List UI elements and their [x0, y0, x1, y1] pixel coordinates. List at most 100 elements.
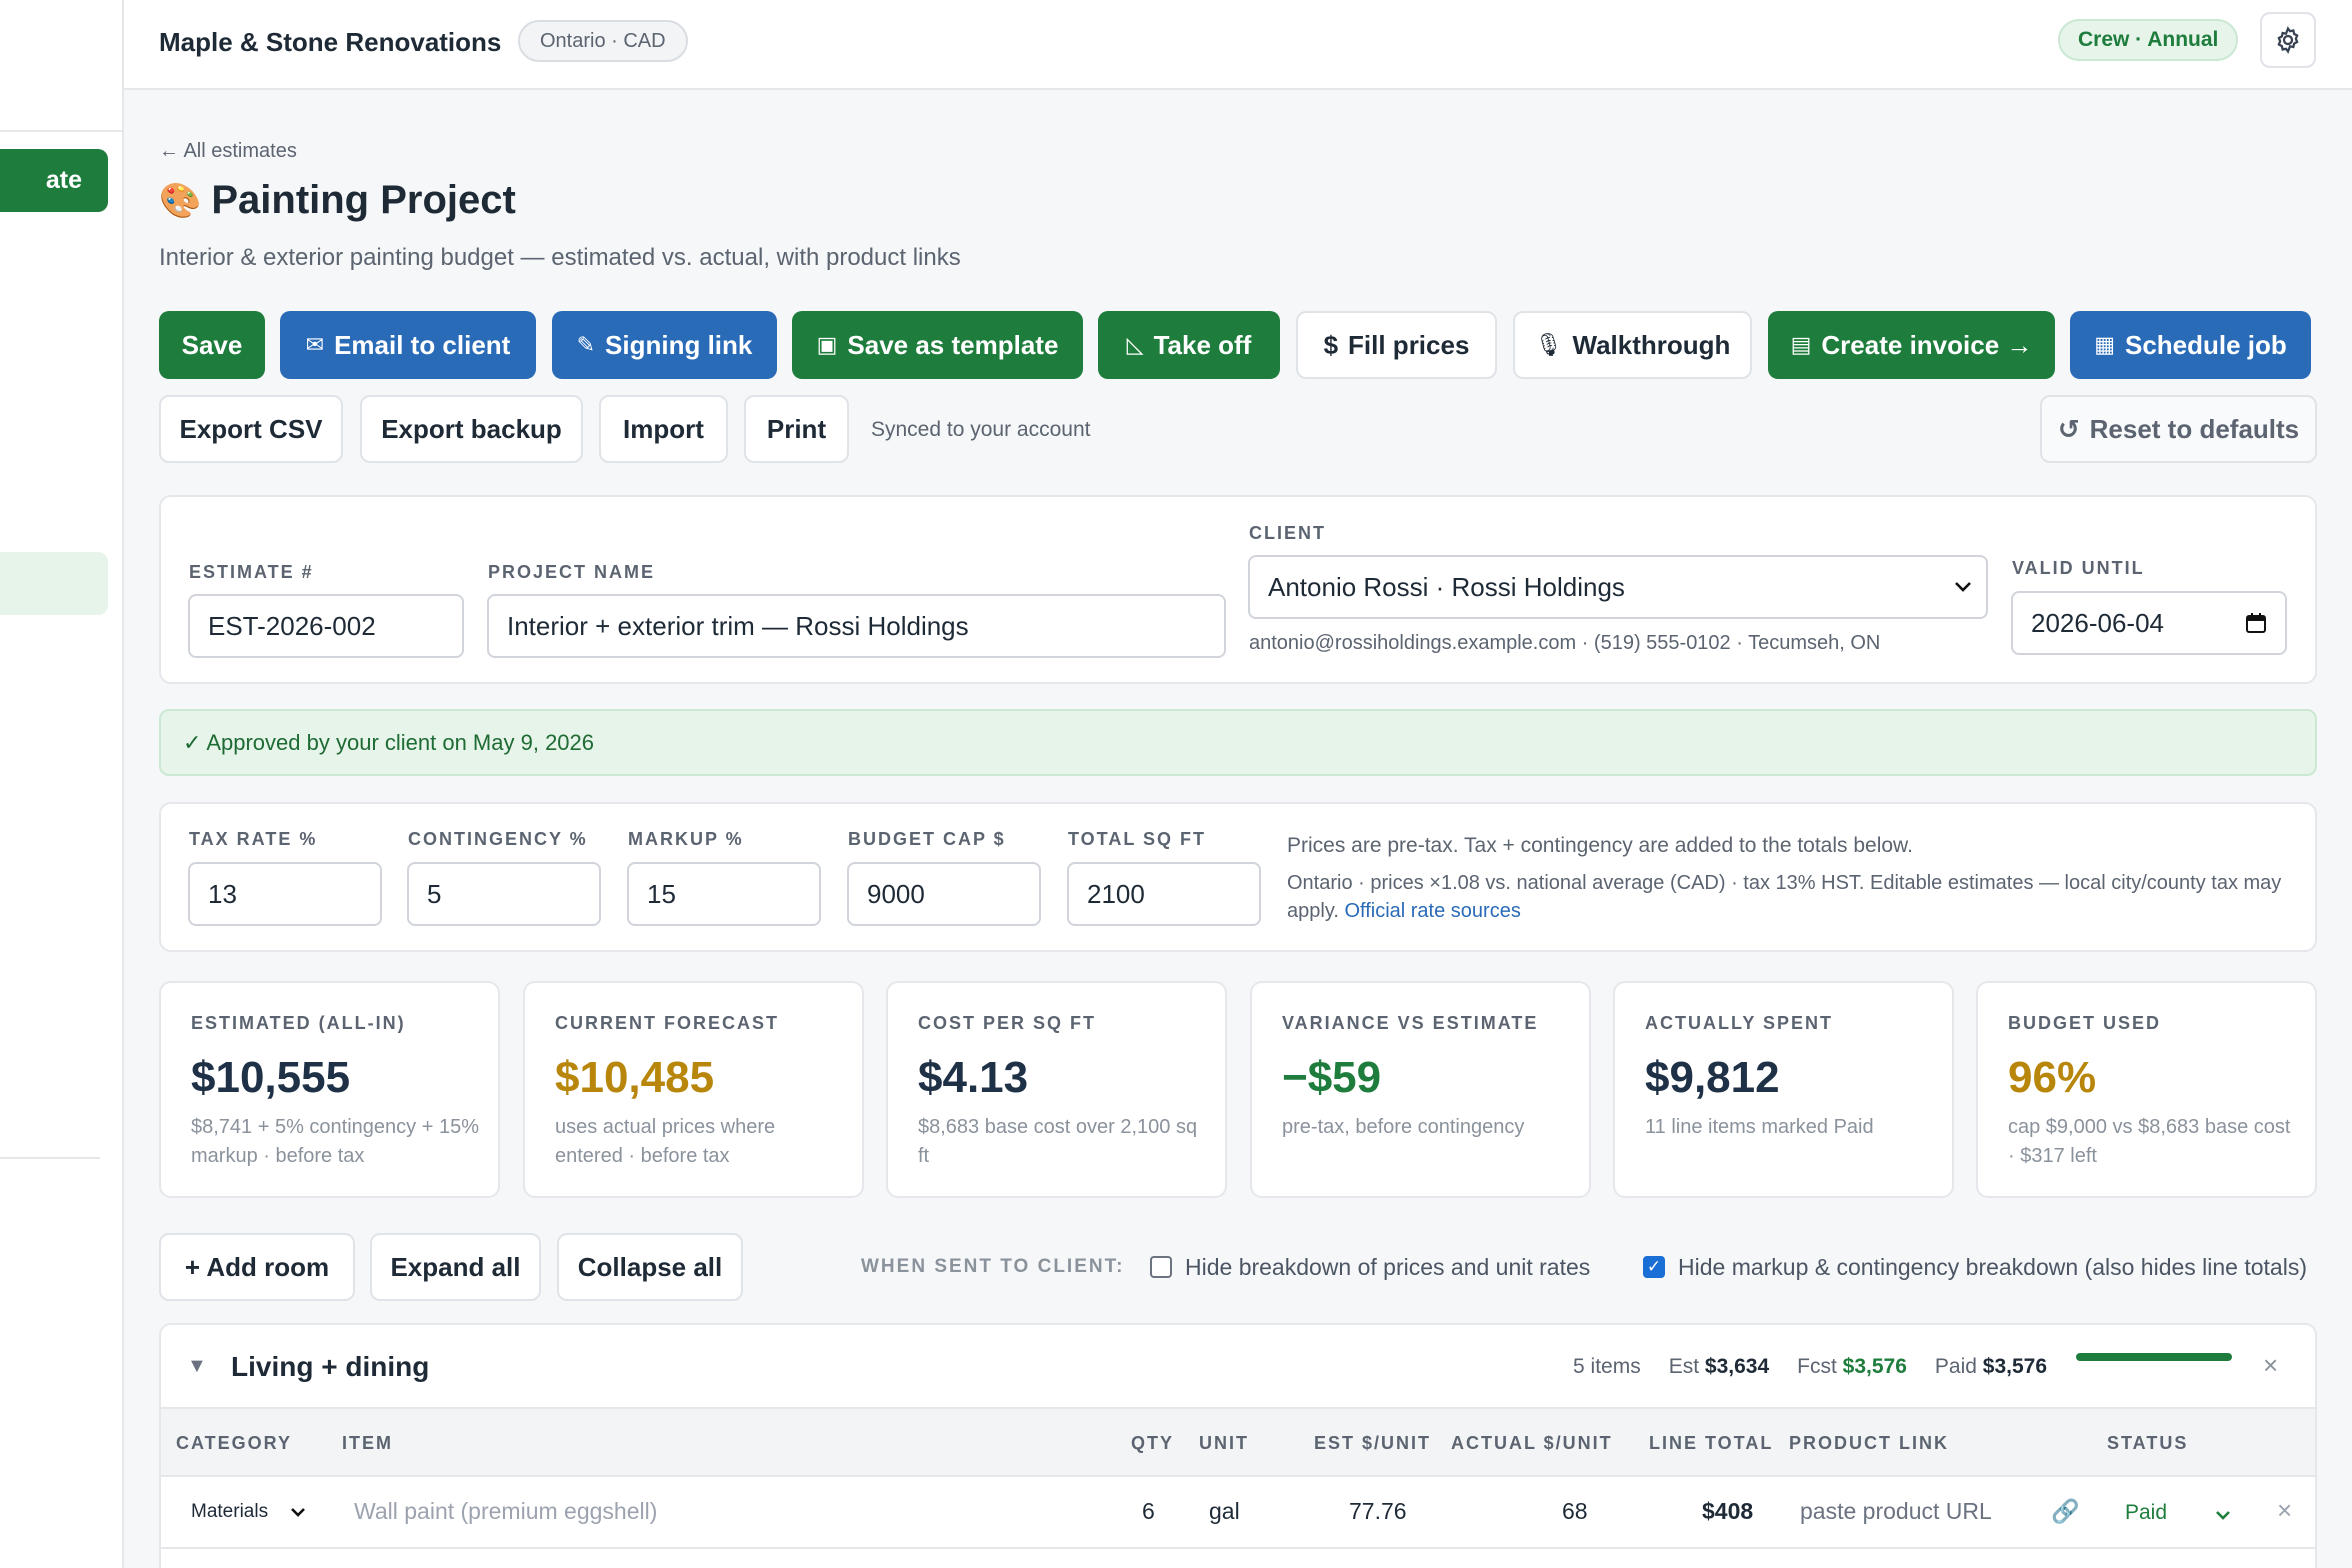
project-name-input[interactable]: Interior + exterior trim — Rossi Holding…: [487, 594, 1226, 658]
estimate-details-card: [159, 495, 2317, 684]
save-button[interactable]: Save: [159, 311, 265, 379]
hide-markup-checkbox[interactable]: ✓: [1643, 1256, 1665, 1278]
table-row: Materials Wall paint (premium eggshell) …: [161, 1477, 2315, 1549]
column-header: LINE TOTAL: [1649, 1433, 1774, 1453]
region-note: Ontario · prices ×1.08 vs. national aver…: [1287, 872, 2282, 922]
status-select[interactable]: Paid: [2125, 1501, 2167, 1525]
hide-prices-checkbox[interactable]: [1150, 1256, 1172, 1278]
column-header: CATEGORY: [176, 1433, 293, 1453]
walkthrough-button[interactable]: 🎙 Walkthrough: [1513, 311, 1752, 379]
add-room-button[interactable]: + Add room: [159, 1233, 355, 1301]
hide-markup-label[interactable]: Hide markup & contingency breakdown (als…: [1678, 1254, 2307, 1281]
stat-value: $10,485: [555, 1053, 715, 1102]
actual-unit-price-input[interactable]: 68: [1562, 1498, 1588, 1525]
stat-label: COST PER SQ FT: [918, 1013, 1097, 1033]
stat-value: $10,555: [191, 1053, 351, 1102]
link-icon[interactable]: 🔗: [2051, 1498, 2080, 1525]
room-estimate-total: Est $3,634: [1668, 1355, 1770, 1378]
new-estimate-button[interactable]: ate: [0, 149, 108, 212]
room-card-living-dining: ▼ Living + dining 5 items Est $3,634 Fcs…: [159, 1323, 2317, 1568]
qty-input[interactable]: 6: [1142, 1498, 1155, 1525]
export-csv-button[interactable]: Export CSV: [159, 395, 343, 463]
status-chevron-down-icon[interactable]: [2215, 1499, 2231, 1526]
official-rate-sources-link[interactable]: Official rate sources: [1344, 900, 1520, 922]
sidebar-divider: [0, 130, 122, 132]
envelope-icon: ✉: [305, 332, 325, 358]
room-name[interactable]: Living + dining: [231, 1351, 429, 1383]
chevron-down-icon: [291, 1508, 305, 1517]
client-select[interactable]: Antonio Rossi · Rossi Holdings: [1248, 555, 1988, 619]
create-invoice-button[interactable]: ▤ Create invoice →: [1768, 311, 2055, 379]
calendar-icon: ▦: [2094, 332, 2115, 358]
stat-label: ACTUALLY SPENT: [1645, 1013, 1834, 1033]
schedule-job-button[interactable]: ▦ Schedule job: [2070, 311, 2311, 379]
microphone-icon: 🎙: [1534, 332, 1563, 358]
reset-to-defaults-button[interactable]: ↺ Reset to defaults: [2040, 395, 2317, 463]
dollar-icon: $: [1323, 329, 1339, 360]
product-link-input[interactable]: paste product URL: [1800, 1498, 1992, 1525]
gear-icon: [2277, 26, 2299, 54]
sidebar-item-active[interactable]: [0, 552, 108, 615]
stat-caption: cap $9,000 vs $8,683 base cost · $317 le…: [2008, 1116, 2291, 1167]
stat-caption: 11 line items marked Paid: [1645, 1116, 1874, 1138]
room-paid-progress-bar: [2076, 1353, 2232, 1361]
page-title-text: Painting Project: [211, 178, 516, 222]
email-to-client-button[interactable]: ✉ Email to client: [280, 311, 536, 379]
client-contact-info: antonio@rossiholdings.example.com · (519…: [1249, 632, 1881, 654]
print-button[interactable]: Print: [744, 395, 849, 463]
collapse-all-button[interactable]: Collapse all: [557, 1233, 743, 1301]
contingency-input[interactable]: 5: [407, 862, 601, 926]
valid-until-date-input[interactable]: 2026-06-04: [2011, 591, 2287, 655]
export-backup-button[interactable]: Export backup: [360, 395, 583, 463]
room-header[interactable]: ▼ Living + dining 5 items Est $3,634 Fcs…: [161, 1325, 2315, 1409]
sync-status: Synced to your account: [871, 418, 1091, 441]
hide-prices-label[interactable]: Hide breakdown of prices and unit rates: [1185, 1254, 1590, 1281]
tax-rate-input[interactable]: 13: [188, 862, 382, 926]
pricing-note: Prices are pre-tax. Tax + contingency ar…: [1287, 834, 1913, 857]
delete-room-icon[interactable]: ×: [2263, 1350, 2278, 1381]
column-header: EST $/UNIT: [1314, 1433, 1432, 1453]
markup-label: MARKUP %: [628, 829, 744, 849]
line-total: $408: [1702, 1498, 1754, 1524]
delete-row-icon[interactable]: ×: [2277, 1495, 2292, 1526]
stat-label: CURRENT FORECAST: [555, 1013, 779, 1033]
item-name-input[interactable]: Wall paint (premium eggshell): [354, 1498, 657, 1525]
category-select[interactable]: Materials: [191, 1501, 306, 1523]
stat-caption: $8,741 + 5% contingency + 15% markup · b…: [191, 1116, 479, 1167]
stat-caption: $8,683 base cost over 2,100 sq ft: [918, 1116, 1198, 1167]
column-header: UNIT: [1199, 1433, 1249, 1453]
import-button[interactable]: Import: [599, 395, 728, 463]
estimate-number-input[interactable]: EST-2026-002: [188, 594, 464, 658]
contingency-label: CONTINGENCY %: [408, 829, 588, 849]
stat-label: ESTIMATED (ALL-IN): [191, 1013, 406, 1033]
back-to-estimates-link[interactable]: ← All estimates: [159, 140, 297, 163]
stat-caption: uses actual prices where entered · befor…: [555, 1116, 776, 1167]
markup-input[interactable]: 15: [627, 862, 821, 926]
fill-prices-button[interactable]: $ Fill prices: [1296, 311, 1497, 379]
est-unit-price-input[interactable]: 77.76: [1349, 1498, 1407, 1525]
page-subtitle: Interior & exterior painting budget — es…: [159, 244, 961, 271]
estimate-number-label: ESTIMATE #: [189, 562, 314, 582]
stat-card-budget-used: BUDGET USED 96% cap $9,000 vs $8,683 bas…: [1976, 981, 2317, 1198]
settings-button[interactable]: [2260, 12, 2316, 68]
reset-icon: ↺: [2057, 413, 2080, 444]
company-name: Maple & Stone Renovations: [159, 27, 502, 57]
expand-all-button[interactable]: Expand all: [370, 1233, 541, 1301]
triangle-ruler-icon: ◺: [1126, 332, 1144, 358]
budget-cap-input[interactable]: 9000: [847, 862, 1041, 926]
sidebar: ate: [0, 0, 124, 1568]
palette-icon: 🎨: [159, 180, 202, 221]
take-off-button[interactable]: ◺ Take off: [1098, 311, 1280, 379]
stat-card-actually-spent: ACTUALLY SPENT $9,812 11 line items mark…: [1613, 981, 1954, 1198]
collapse-triangle-icon[interactable]: ▼: [187, 1355, 207, 1378]
signing-link-button[interactable]: ✎ Signing link: [552, 311, 777, 379]
unit-input[interactable]: gal: [1209, 1498, 1240, 1525]
stat-card-estimated: ESTIMATED (ALL-IN) $10,555 $8,741 + 5% c…: [159, 981, 500, 1198]
calendar-icon[interactable]: [2245, 612, 2267, 634]
total-sqft-input[interactable]: 2100: [1067, 862, 1261, 926]
line-items-table-header: CATEGORY ITEM QTY UNIT EST $/UNIT ACTUAL…: [161, 1409, 2315, 1477]
top-bar: Maple & Stone Renovations Ontario · CAD …: [124, 0, 2352, 90]
save-as-template-button[interactable]: ▣ Save as template: [792, 311, 1083, 379]
room-forecast-total: Fcst $3,576: [1797, 1355, 1907, 1378]
stat-value: $9,812: [1645, 1053, 1780, 1102]
